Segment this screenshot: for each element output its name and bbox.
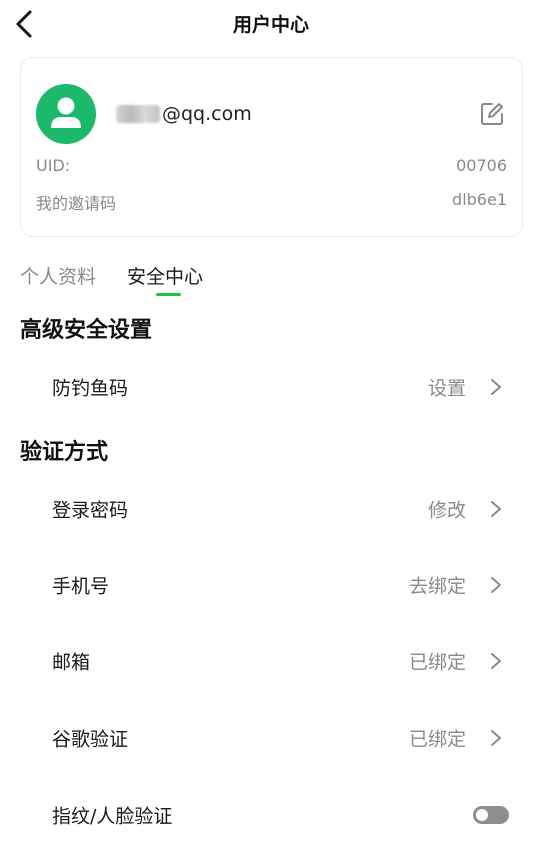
email-row: @qq.com xyxy=(116,100,252,128)
chevron-right-icon xyxy=(491,653,501,669)
row-anti-phishing-code[interactable]: 防钓鱼码 设置 xyxy=(0,357,542,417)
tab-profile[interactable]: 个人资料 xyxy=(20,262,96,289)
chevron-right-icon xyxy=(491,501,501,517)
chevron-right-icon xyxy=(491,577,501,593)
section-title-advanced: 高级安全设置 xyxy=(20,318,153,343)
email-masked-part xyxy=(116,105,160,123)
row-login-password[interactable]: 登录密码 修改 xyxy=(0,479,542,539)
tab-security[interactable]: 安全中心 xyxy=(127,262,203,289)
row-status: 去绑定 xyxy=(408,575,466,598)
email-address: @qq.com xyxy=(162,103,252,125)
uid-label: UID: xyxy=(36,156,71,175)
row-label: 邮箱 xyxy=(52,651,91,674)
page-title: 用户中心 xyxy=(232,14,309,36)
row-label: 登录密码 xyxy=(52,499,129,522)
row-status: 已绑定 xyxy=(408,651,466,674)
active-tab-indicator xyxy=(156,293,181,296)
profile-card: @qq.com UID: 00706 我的邀请码 dlb6e1 xyxy=(20,57,523,237)
row-phone[interactable]: 手机号 去绑定 xyxy=(0,555,542,615)
row-biometric: 指纹/人脸验证 xyxy=(0,785,542,845)
uid-value: 00706 xyxy=(456,156,507,175)
row-email[interactable]: 邮箱 已绑定 xyxy=(0,631,542,691)
row-label: 指纹/人脸验证 xyxy=(52,805,173,828)
row-status: 已绑定 xyxy=(408,728,466,751)
chevron-right-icon xyxy=(491,379,501,395)
edit-icon[interactable] xyxy=(478,100,506,128)
row-label: 谷歌验证 xyxy=(52,728,129,751)
row-status: 设置 xyxy=(427,377,466,400)
invite-code-label: 我的邀请码 xyxy=(36,194,117,213)
toggle-knob xyxy=(476,809,488,821)
row-status: 修改 xyxy=(427,499,466,522)
invite-code-value[interactable]: dlb6e1 xyxy=(452,190,507,209)
row-label: 防钓鱼码 xyxy=(52,377,129,400)
row-label: 手机号 xyxy=(52,575,110,598)
biometric-toggle[interactable] xyxy=(473,806,509,824)
avatar[interactable] xyxy=(36,84,96,144)
section-title-verification: 验证方式 xyxy=(20,440,109,465)
row-google-authenticator[interactable]: 谷歌验证 已绑定 xyxy=(0,708,542,768)
user-avatar-icon xyxy=(51,97,81,128)
header: 用户中心 xyxy=(0,0,542,50)
chevron-right-icon xyxy=(491,730,501,746)
